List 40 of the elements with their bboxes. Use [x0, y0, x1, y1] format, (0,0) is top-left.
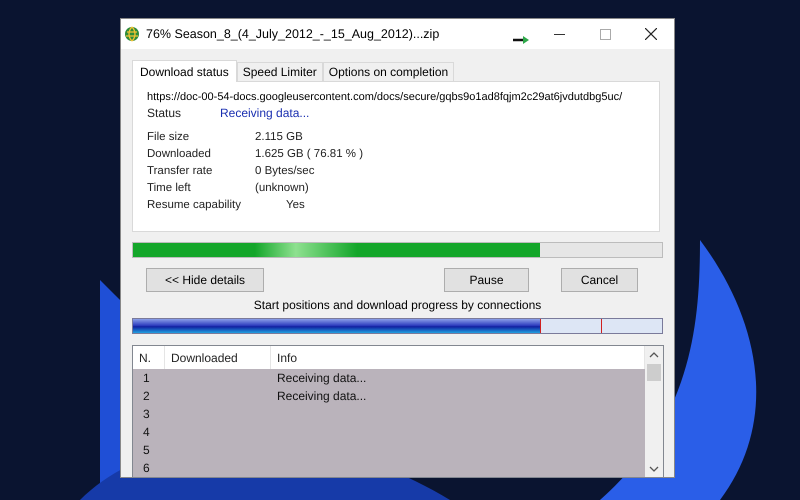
row-number: 2	[142, 388, 151, 405]
detail-label: Resume capability	[147, 198, 242, 213]
status-value: Receiving data...	[220, 105, 310, 122]
row-number: 6	[142, 460, 151, 477]
detail-label: Downloaded	[147, 147, 212, 162]
row-number: 3	[142, 406, 151, 423]
tab[interactable]: Download status	[132, 60, 237, 82]
detail-label: Time left	[147, 181, 192, 196]
cancel-button[interactable]: Cancel	[561, 268, 638, 292]
connection-marker	[601, 319, 602, 333]
row-number: 1	[142, 370, 151, 387]
detail-label: Transfer rate	[147, 164, 214, 179]
scroll-down-icon	[649, 466, 659, 472]
maximize-icon	[600, 28, 610, 40]
status-label: Status	[147, 105, 182, 122]
tab[interactable]: Speed Limiter	[236, 62, 323, 81]
detail-value: (unknown)	[255, 181, 309, 196]
detail-value: Yes	[285, 198, 305, 213]
detail-label: File size	[147, 130, 190, 145]
row-number: 4	[142, 424, 151, 441]
close-icon	[645, 28, 657, 40]
tab[interactable]: Options on completion	[322, 62, 454, 81]
window-title: 76% Season_8_(4_July_2012_-_15_Aug_2012)...zip	[146, 26, 440, 43]
scroll-up-icon	[649, 352, 659, 358]
detail-value: 0 Bytes/sec	[255, 164, 314, 179]
row-number: 5	[142, 442, 151, 459]
info-cell: Receiving data...	[277, 389, 366, 403]
info-cell: Receiving data...	[277, 371, 366, 385]
column-header[interactable]: N.	[133, 346, 165, 369]
detail-value: 1.625 GB ( 76.81 % )	[255, 147, 364, 162]
detail-value: 2.115 GB	[255, 130, 303, 145]
connections-caption: Start positions and download progress by connections	[252, 297, 542, 314]
hide-details-button[interactable]: << Hide details	[146, 268, 264, 292]
pause-button[interactable]: Pause	[444, 268, 529, 292]
download-url: https://doc-00-54-docs.googleusercontent.com/docs/secure/gqbs9o1ad8fqjm2c29at6jvdutdbg5uc/	[147, 90, 624, 105]
arrow-icon	[513, 36, 530, 44]
connection-marker	[540, 319, 542, 333]
column-header[interactable]: Downloaded	[165, 346, 271, 369]
scroll-thumb[interactable]	[647, 364, 661, 381]
globe-icon	[124, 26, 140, 42]
